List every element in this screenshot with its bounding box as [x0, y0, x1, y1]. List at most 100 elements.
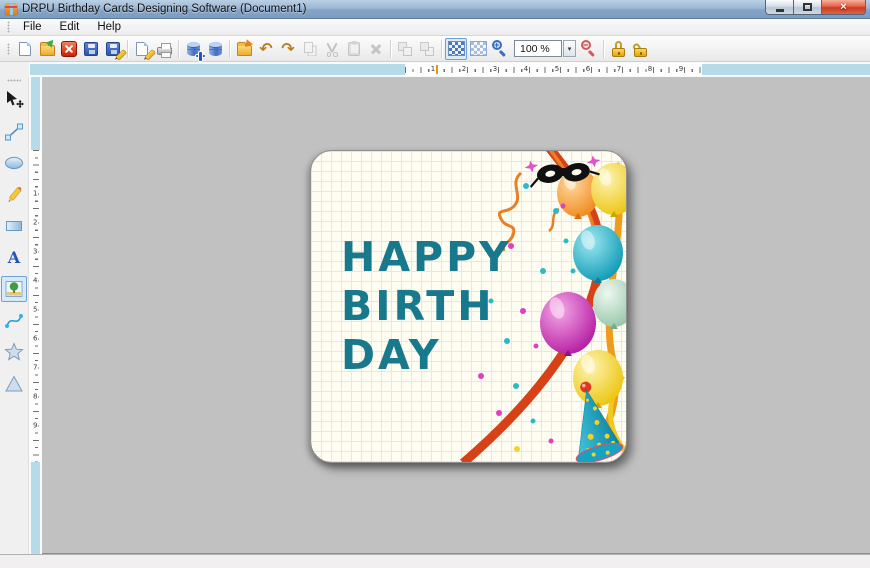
line-tool-icon	[5, 123, 23, 140]
dense-grid-pattern-button[interactable]	[445, 37, 467, 60]
ruler-position-marker	[436, 65, 438, 74]
h-ruler-number: 8	[646, 65, 654, 73]
unlock-button[interactable]	[629, 38, 651, 60]
star-tool-icon	[4, 342, 24, 361]
zoom-combo-arrow[interactable]: ▾	[563, 40, 576, 57]
toolbar-separator	[178, 39, 179, 58]
redo-icon: ↷	[281, 38, 295, 58]
horizontal-ruler: 1 2 3 4 5 6 7 8 9	[0, 62, 870, 77]
curve-tool-icon	[5, 313, 23, 328]
tool-ellipse[interactable]	[1, 150, 27, 176]
new-document-button[interactable]	[14, 38, 36, 60]
tool-image[interactable]	[1, 276, 27, 302]
app-window: DRPU Birthday Cards Designing Software (…	[0, 0, 870, 568]
close-file-button[interactable]	[58, 38, 80, 60]
database-icon	[208, 41, 222, 56]
maximize-button[interactable]	[794, 0, 821, 15]
close-button[interactable]: ×	[821, 0, 866, 15]
v-ruler-number: 4	[32, 276, 39, 285]
redo-button[interactable]: ↷	[277, 38, 299, 60]
ruler-corner	[0, 62, 29, 77]
unlock-icon	[631, 41, 647, 57]
export-arrow-icon	[242, 37, 253, 48]
lock-button[interactable]	[607, 38, 629, 60]
h-ruler-number: 4	[522, 65, 530, 73]
light-grid-pattern-button[interactable]	[467, 38, 489, 60]
paste-button[interactable]	[343, 38, 365, 60]
card-text-line-2: BIRTH	[341, 282, 495, 330]
status-bar	[0, 554, 870, 568]
menu-help[interactable]: Help	[88, 20, 130, 34]
print-button[interactable]	[153, 38, 175, 60]
cut-button[interactable]	[321, 38, 343, 60]
design-canvas[interactable]: HAPPY BIRTH DAY	[42, 77, 870, 554]
save-button[interactable]	[80, 38, 102, 60]
tool-palette: A	[0, 77, 29, 554]
zoom-level-combo[interactable]: 100 %	[514, 40, 562, 57]
undo-icon: ↶	[259, 38, 273, 58]
export-folder-icon	[236, 37, 253, 56]
tool-star[interactable]	[1, 339, 27, 365]
v-ruler-number: 2	[32, 218, 39, 227]
bring-forward-button[interactable]	[394, 38, 416, 60]
zoom-level-value: 100 %	[520, 42, 550, 55]
light-grid-icon	[469, 41, 487, 56]
send-backward-icon	[419, 41, 435, 57]
zoom-in-icon: +	[491, 40, 509, 58]
rectangle-tool-icon	[6, 221, 22, 231]
pencil-tool-icon	[8, 186, 22, 202]
tool-select-move[interactable]	[1, 87, 27, 113]
close-file-icon	[61, 40, 77, 57]
zoom-in-button[interactable]: +	[489, 38, 511, 60]
card-text-line-3: DAY	[341, 331, 442, 379]
zoom-out-button[interactable]: −	[578, 38, 600, 60]
v-ruler-number: 3	[32, 247, 39, 256]
database-button[interactable]	[204, 38, 226, 60]
lock-icon	[611, 40, 625, 57]
vertical-ruler-scale: 1 2 3 4 5 6 7 8 9	[29, 150, 42, 462]
open-file-button[interactable]	[36, 37, 58, 60]
tool-text[interactable]: A	[1, 245, 27, 271]
dropdown-arrow-icon: ▾	[567, 45, 572, 53]
copy-icon	[304, 41, 313, 53]
toolbar: ↶ ↷ + 100 % ▾ −	[0, 36, 870, 62]
v-ruler-number: 5	[32, 305, 39, 314]
add-database-button[interactable]	[182, 38, 205, 61]
toolbar-separator	[229, 39, 230, 58]
tool-triangle[interactable]	[1, 371, 27, 397]
menu-file[interactable]: File	[14, 20, 51, 34]
toolbar-separator	[127, 39, 128, 58]
new-document-icon	[19, 41, 31, 56]
toolbar-gripper	[7, 42, 10, 55]
v-ruler-number: 9	[32, 421, 39, 430]
minimize-icon	[775, 8, 784, 12]
v-ruler-number: 8	[32, 392, 39, 401]
title-bar[interactable]: DRPU Birthday Cards Designing Software (…	[0, 0, 870, 19]
minimize-button[interactable]	[765, 0, 794, 15]
card-greeting-text[interactable]: HAPPY BIRTH DAY	[341, 233, 512, 380]
h-ruler-number: 6	[584, 65, 592, 73]
vertical-ruler: 1 2 3 4 5 6 7 8 9	[29, 77, 42, 554]
export-design-button[interactable]	[233, 37, 255, 60]
paste-clipboard-icon	[348, 40, 360, 56]
tool-rectangle[interactable]	[1, 213, 27, 239]
ellipse-tool-icon	[5, 156, 23, 170]
open-folder-icon	[39, 37, 56, 56]
tool-line[interactable]	[1, 119, 27, 145]
menu-edit[interactable]: Edit	[51, 20, 89, 34]
edit-card-button[interactable]	[131, 38, 155, 60]
h-ruler-number: 1	[429, 65, 437, 73]
undo-button[interactable]: ↶	[255, 38, 277, 60]
close-icon: ×	[840, 1, 847, 13]
save-as-button[interactable]	[102, 38, 126, 60]
send-backward-button[interactable]	[416, 38, 438, 60]
copy-button[interactable]	[299, 38, 321, 60]
tool-curve[interactable]	[1, 308, 27, 334]
toolbar-separator	[441, 39, 442, 58]
toolbar-separator	[390, 39, 391, 58]
tool-pencil[interactable]	[1, 182, 27, 208]
birthday-card[interactable]: HAPPY BIRTH DAY	[310, 150, 627, 463]
delete-button[interactable]	[365, 38, 387, 60]
window-title: DRPU Birthday Cards Designing Software (…	[22, 3, 307, 15]
h-ruler-number: 9	[677, 65, 685, 73]
